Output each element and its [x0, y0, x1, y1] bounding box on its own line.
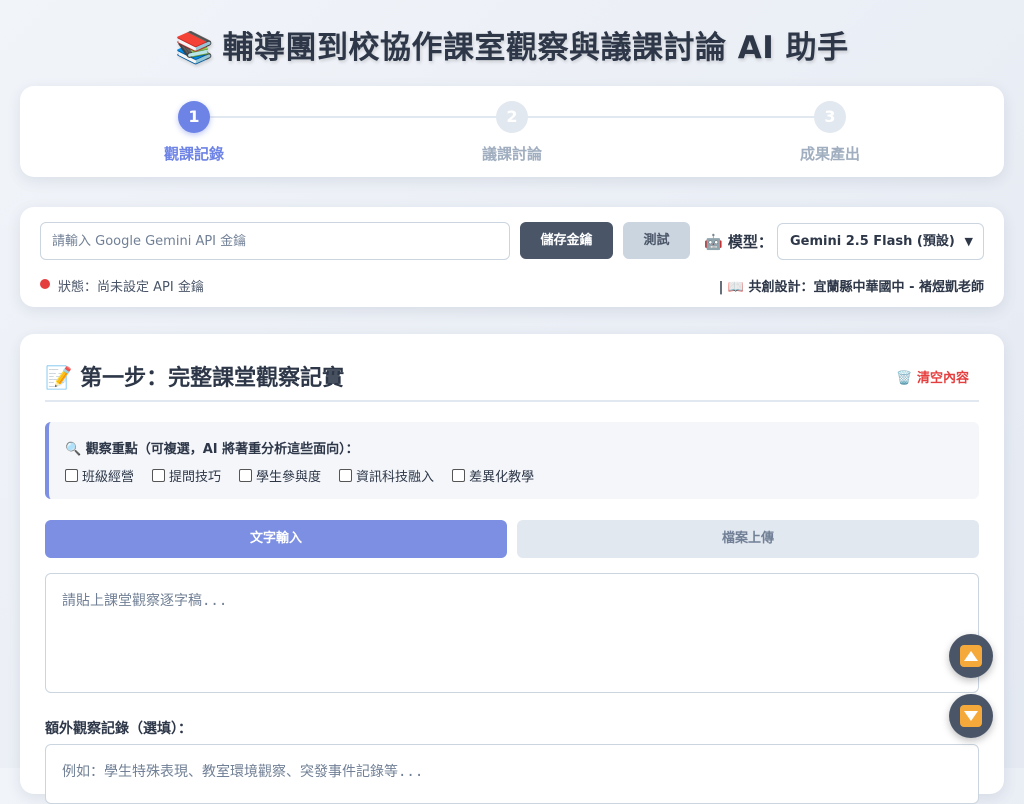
checkbox[interactable]: [239, 469, 253, 482]
transcript-textarea[interactable]: [45, 573, 979, 693]
tab-text-input[interactable]: 文字輸入: [45, 520, 507, 558]
focus-option-tech-integration[interactable]: 資訊科技融入: [339, 466, 434, 485]
extra-notes-textarea[interactable]: [45, 744, 979, 804]
model-label-text: 模型：: [727, 233, 773, 251]
step-1[interactable]: 1 觀課記錄: [134, 101, 254, 164]
section-title: 📝 第一步：完整課堂觀察記實: [45, 360, 344, 392]
step-label: 議課討論: [481, 145, 542, 163]
focus-option-engagement[interactable]: 學生參與度: [239, 466, 321, 485]
option-label: 資訊科技融入: [356, 470, 435, 485]
api-settings-panel: 儲存金鑰 測試 🤖 模型： Gemini 2.5 Flash (預設) ▼ 狀態…: [20, 207, 1004, 307]
books-icon: 📚: [175, 30, 215, 66]
option-label: 學生參與度: [256, 470, 322, 485]
progress-stepper: 1 觀課記錄 2 議課討論 3 成果產出: [20, 86, 1004, 177]
status-indicator-icon: [40, 279, 50, 289]
scroll-bottom-button[interactable]: [949, 694, 993, 738]
checkbox[interactable]: [339, 469, 353, 482]
page-title-text: 輔導團到校協作課室觀察與議課討論 AI 助手: [222, 30, 849, 66]
checkbox[interactable]: [452, 469, 466, 482]
step-2[interactable]: 2 議課討論: [452, 101, 572, 164]
api-key-input[interactable]: [40, 222, 510, 260]
option-label: 差異化教學: [469, 470, 535, 485]
step-label: 觀課記錄: [163, 145, 224, 163]
api-status-text: 狀態：尚未設定 API 金鑰: [58, 280, 204, 295]
memo-icon: 📝: [45, 366, 73, 391]
observation-focus-box: 🔍 觀察重點（可複選，AI 將著重分析這些面向）： 班級經營 提問技巧 學生參與…: [45, 422, 979, 499]
model-selected-value: Gemini 2.5 Flash (預設): [790, 234, 955, 249]
focus-title: 🔍 觀察重點（可複選，AI 將著重分析這些面向）：: [65, 442, 359, 457]
clear-content-button[interactable]: 🗑️ 清空內容: [896, 367, 969, 386]
scroll-top-button[interactable]: [949, 634, 993, 678]
step-3[interactable]: 3 成果產出: [770, 101, 890, 164]
chevron-down-icon: ▼: [964, 235, 973, 248]
focus-options: 班級經營 提問技巧 學生參與度 資訊科技融入 差異化教學: [65, 466, 534, 485]
test-key-button[interactable]: 測試: [623, 222, 690, 259]
focus-option-questioning[interactable]: 提問技巧: [152, 466, 221, 485]
focus-option-differentiation[interactable]: 差異化教學: [452, 466, 534, 485]
page-title: 📚 輔導團到校協作課室觀察與議課討論 AI 助手: [0, 22, 1024, 67]
model-select[interactable]: Gemini 2.5 Flash (預設) ▼: [777, 223, 984, 260]
step-number: 2: [496, 101, 528, 133]
save-key-button[interactable]: 儲存金鑰: [520, 222, 613, 259]
arrow-down-icon: [960, 705, 982, 727]
option-label: 提問技巧: [169, 470, 222, 485]
checkbox[interactable]: [65, 469, 78, 482]
step1-panel: 📝 第一步：完整課堂觀察記實 🗑️ 清空內容 🔍 觀察重點（可複選，AI 將著重…: [20, 334, 1004, 804]
extra-notes-label: 額外觀察記錄（選填）：: [45, 721, 192, 737]
tab-file-upload[interactable]: 檔案上傳: [517, 520, 979, 558]
step-number: 3: [814, 101, 846, 133]
model-label: 🤖 模型：: [704, 231, 773, 252]
robot-icon: 🤖: [704, 233, 723, 251]
arrow-up-icon: [960, 645, 982, 667]
section-title-text: 第一步：完整課堂觀察記實: [80, 366, 345, 391]
focus-option-classroom-management[interactable]: 班級經營: [65, 466, 134, 485]
divider: [45, 400, 979, 402]
checkbox[interactable]: [152, 469, 166, 482]
step-label: 成果產出: [799, 145, 860, 163]
credit-text: | 📖 共創設計：宜蘭縣中華國中 - 褚煜凱老師: [718, 280, 984, 295]
step-number: 1: [178, 101, 210, 133]
option-label: 班級經營: [82, 470, 135, 485]
